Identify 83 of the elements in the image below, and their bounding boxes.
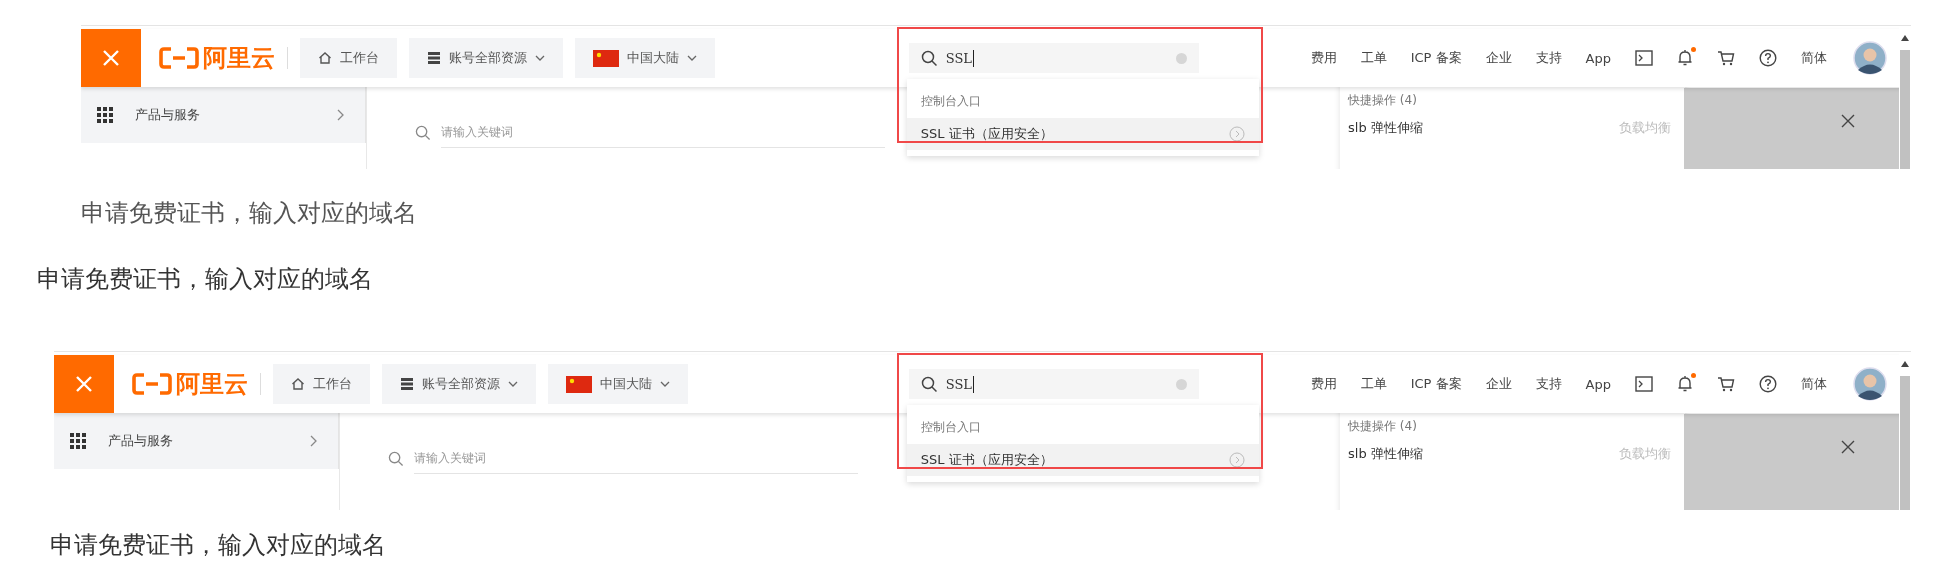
arrow-circle-icon: [1228, 126, 1245, 142]
caption-text: 申请免费证书，输入对应的域名: [37, 264, 374, 295]
terminal-icon[interactable]: [1635, 376, 1653, 392]
keyword-search-field[interactable]: 请输入关键词: [414, 443, 858, 474]
nav-link[interactable]: 企业: [1485, 375, 1512, 393]
bell-icon[interactable]: [1677, 375, 1693, 393]
nav-link[interactable]: 工单: [1360, 375, 1387, 393]
terminal-icon[interactable]: [1635, 50, 1653, 66]
search-icon: [920, 49, 938, 67]
topbar-button[interactable]: 中国大陆: [575, 38, 715, 78]
topbar-button[interactable]: 工作台: [300, 38, 397, 78]
nav-link[interactable]: 支持: [1535, 49, 1562, 67]
nav-link[interactable]: ICP 备案: [1410, 375, 1462, 393]
category-label: 负载均衡: [1619, 119, 1671, 137]
nav-link[interactable]: App: [1585, 50, 1611, 66]
search-icon: [388, 450, 404, 467]
sidebar-item[interactable]: 产品与服务: [81, 87, 366, 143]
chevron-right-icon: [337, 109, 345, 121]
grid-icon: [97, 107, 113, 123]
scroll-thumb[interactable]: [1900, 376, 1910, 510]
help-icon[interactable]: [1759, 49, 1777, 67]
caret-icon: [660, 380, 670, 388]
nav-link[interactable]: 简体: [1801, 375, 1827, 393]
search-field[interactable]: SSL: [908, 369, 1199, 399]
topbar-button[interactable]: 账号全部资源: [409, 38, 563, 78]
search-icon: [920, 375, 938, 393]
help-icon[interactable]: [1759, 375, 1777, 393]
logo-icon: [159, 47, 199, 69]
cart-icon[interactable]: [1717, 50, 1735, 66]
scroll-thumb[interactable]: [1900, 50, 1910, 169]
nav-link[interactable]: 费用: [1310, 375, 1337, 393]
quick-action-link[interactable]: slb 弹性伸缩: [1348, 119, 1423, 137]
nav-link[interactable]: 支持: [1535, 375, 1562, 393]
dropdown-item[interactable]: SSL 证书（应用安全）: [906, 444, 1259, 476]
bell-icon[interactable]: [1677, 49, 1693, 67]
close-icon[interactable]: [1841, 114, 1855, 128]
close-icon: [102, 49, 120, 67]
nav-link[interactable]: 企业: [1485, 49, 1512, 67]
category-label: 负载均衡: [1619, 445, 1671, 463]
grid-icon: [70, 433, 86, 449]
panel-heading: 快捷操作 (4): [1348, 418, 1418, 435]
nav-link[interactable]: App: [1585, 376, 1611, 392]
sidebar-item[interactable]: 产品与服务: [54, 413, 339, 469]
nav-link[interactable]: 简体: [1801, 49, 1827, 67]
avatar-icon[interactable]: [1853, 41, 1887, 75]
close-icon[interactable]: [1841, 440, 1855, 454]
flag-icon: [593, 49, 619, 67]
dropdown-heading: 控制台入口: [919, 419, 982, 436]
scrollbar[interactable]: [1899, 26, 1911, 169]
topbar-button[interactable]: 中国大陆: [548, 364, 688, 404]
topbar-button[interactable]: 工作台: [273, 364, 370, 404]
home-icon: [291, 377, 305, 391]
dropdown-item[interactable]: SSL 证书（应用安全）: [906, 118, 1259, 150]
caption-text: 申请免费证书，输入对应的域名: [50, 530, 387, 561]
nav-link[interactable]: 工单: [1360, 49, 1387, 67]
caption-text: 申请免费证书，输入对应的域名: [81, 198, 418, 229]
caret-icon: [535, 54, 545, 62]
keyword-search-field[interactable]: 请输入关键词: [441, 117, 885, 148]
scroll-up-icon[interactable]: [1900, 360, 1910, 368]
nav-link[interactable]: ICP 备案: [1410, 49, 1462, 67]
nav-link[interactable]: 费用: [1310, 49, 1337, 67]
topbar-button[interactable]: 账号全部资源: [382, 364, 536, 404]
search-field[interactable]: SSL: [908, 43, 1199, 73]
dropdown-heading: 控制台入口: [919, 93, 982, 110]
cart-icon[interactable]: [1717, 376, 1735, 392]
arrow-circle-icon: [1228, 452, 1245, 468]
scroll-up-icon[interactable]: [1900, 34, 1910, 42]
stack-icon: [427, 51, 441, 65]
scrollbar[interactable]: [1899, 352, 1911, 510]
caret-icon: [687, 54, 697, 62]
flag-icon: [566, 375, 592, 393]
home-icon: [318, 51, 332, 65]
search-icon: [415, 124, 431, 141]
panel-heading: 快捷操作 (4): [1348, 92, 1418, 109]
logo-icon: [132, 373, 172, 395]
chevron-right-icon: [310, 435, 318, 447]
avatar-icon[interactable]: [1853, 367, 1887, 401]
close-button[interactable]: [81, 29, 141, 87]
stack-icon: [400, 377, 414, 391]
quick-action-link[interactable]: slb 弹性伸缩: [1348, 445, 1423, 463]
caret-icon: [508, 380, 518, 388]
close-icon: [75, 375, 93, 393]
close-button[interactable]: [54, 355, 114, 413]
